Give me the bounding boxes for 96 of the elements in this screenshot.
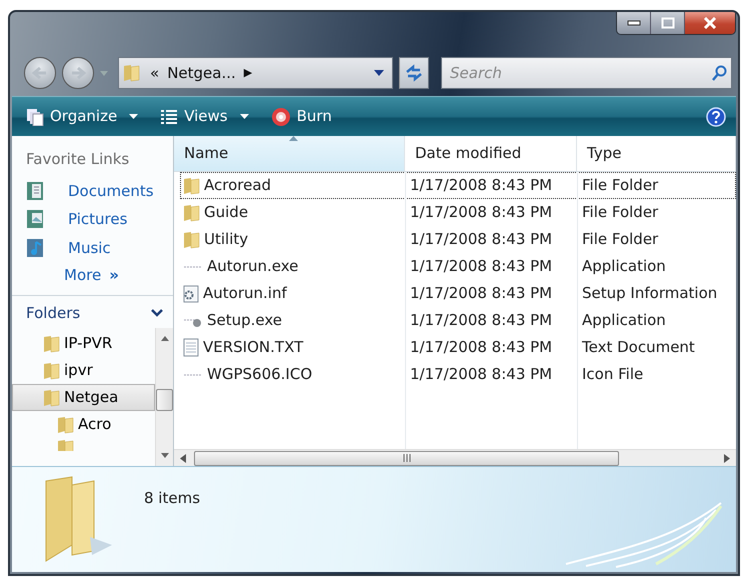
table-cell-text: Icon File: [581, 364, 644, 386]
organize-button[interactable]: Organize: [22, 103, 142, 130]
file-name: WGPS606.ICO: [207, 364, 312, 386]
folder-icon: [183, 204, 200, 222]
section-title: Folders: [26, 302, 80, 324]
refresh-button[interactable]: [399, 57, 429, 89]
minimize-icon: [626, 20, 640, 26]
folder-icon: [43, 388, 60, 406]
dropdown-icon[interactable]: [374, 70, 384, 76]
caret-icon: [240, 114, 249, 119]
address-bar[interactable]: « Netgea... ▶: [118, 57, 393, 89]
table-cell-text: 1/17/2008 8:43 PM: [409, 364, 554, 386]
grip-icon: [402, 454, 412, 462]
tree-item[interactable]: Acro: [12, 411, 155, 438]
table-cell-text: Setup Information: [581, 283, 718, 304]
documents-icon: [26, 180, 44, 201]
tree-item[interactable]: IP-PVR: [12, 330, 155, 357]
file-name: Autorun.inf: [203, 283, 287, 304]
pages-icon: [26, 108, 44, 126]
table-cell-text: Application: [581, 310, 667, 332]
item-count: 8 items: [144, 488, 200, 509]
table-cell-text: 1/17/2008 8:43 PM: [409, 202, 554, 224]
breadcrumb-arrow[interactable]: ▶: [244, 64, 252, 82]
text-file-icon: [183, 338, 199, 357]
help-icon[interactable]: [706, 106, 726, 126]
sort-arrow-icon: [289, 136, 298, 141]
favorite-link[interactable]: Music: [12, 234, 173, 262]
file-row[interactable]: VERSION.TXT 1/17/2008 8:43 PM Text Document: [180, 334, 736, 361]
scroll-thumb[interactable]: [156, 389, 173, 411]
file-row[interactable]: WGPS606.ICO 1/17/2008 8:43 PM Icon File: [180, 361, 736, 388]
breadcrumb-chevron[interactable]: «: [150, 62, 160, 84]
maximize-button[interactable]: [651, 12, 685, 34]
music-icon: [26, 238, 44, 258]
scrollbar[interactable]: [174, 449, 736, 466]
folder-icon: [123, 64, 140, 82]
scroll-left-icon[interactable]: [180, 454, 186, 462]
table-cell-text: 1/17/2008 8:43 PM: [409, 229, 554, 250]
list-view-icon: [160, 108, 178, 124]
file-name: Setup.exe: [207, 310, 282, 332]
chevron-icon[interactable]: [151, 308, 163, 317]
scroll-thumb[interactable]: [194, 450, 619, 466]
scrollbar[interactable]: [155, 328, 173, 466]
file-row[interactable]: Autorun.exe 1/17/2008 8:43 PM Application: [180, 253, 736, 280]
file-row[interactable]: Acroread 1/17/2008 8:43 PM File Folder: [180, 172, 736, 199]
folder-icon: [57, 416, 74, 434]
favorite-link[interactable]: Documents: [12, 176, 173, 205]
file-name: Utility: [204, 229, 248, 250]
folder-icon: [43, 362, 60, 380]
folder-icon: [183, 230, 200, 248]
back-arrow-icon: [32, 66, 48, 80]
burn-button[interactable]: Burn: [266, 103, 336, 130]
file-row[interactable]: Utility 1/17/2008 8:43 PM File Folder: [180, 226, 736, 253]
tree-item[interactable]: ipvr: [12, 357, 155, 384]
forward-button[interactable]: [62, 57, 94, 89]
file-row[interactable]: Autorun.inf 1/17/2008 8:43 PM Setup Information: [180, 280, 736, 307]
search-field[interactable]: Search: [441, 57, 732, 89]
table-cell-text: File Folder: [581, 229, 660, 250]
caret-icon: [129, 114, 138, 119]
disc-icon: [270, 106, 291, 126]
table-cell-text: 1/17/2008 8:43 PM: [409, 337, 554, 358]
address-path[interactable]: Netgea...: [167, 62, 236, 84]
scroll-up-icon[interactable]: [160, 336, 168, 341]
section-title: Favorite Links: [25, 149, 130, 170]
file-name: Guide: [204, 202, 248, 224]
search-icon[interactable]: [712, 65, 728, 81]
favorite-link[interactable]: Pictures: [12, 205, 173, 234]
file-row[interactable]: Guide 1/17/2008 8:43 PM File Folder: [180, 199, 736, 226]
tree-item[interactable]: Netgea: [12, 384, 155, 411]
table-cell-text: 1/17/2008 8:43 PM: [409, 310, 554, 332]
table-cell-text: Application: [581, 256, 667, 278]
file-name: Autorun.exe: [207, 256, 298, 278]
pictures-icon: [26, 209, 44, 230]
settings-file-icon: [183, 284, 199, 302]
table-cell-text: Text Document: [581, 337, 696, 358]
scroll-right-icon[interactable]: [724, 454, 730, 462]
views-button[interactable]: Views: [156, 103, 253, 130]
table-cell-text: File Folder: [581, 202, 660, 224]
file-name: VERSION.TXT: [203, 337, 304, 358]
table-cell-text: 1/17/2008 8:43 PM: [409, 283, 554, 304]
scroll-down-icon[interactable]: [160, 453, 168, 458]
maximize-icon: [660, 17, 674, 29]
more-link[interactable]: More »: [12, 262, 173, 294]
minimize-button[interactable]: [617, 12, 651, 34]
forward-arrow-icon: [70, 66, 86, 80]
table-cell-text: 1/17/2008 8:43 PM: [409, 175, 554, 196]
file-row[interactable]: Setup.exe 1/17/2008 8:43 PM Application: [180, 307, 736, 334]
close-button[interactable]: [685, 12, 735, 34]
back-button[interactable]: [24, 57, 56, 89]
table-cell-text: File Folder: [581, 175, 660, 196]
refresh-icon: [404, 64, 424, 82]
file-name: Acroread: [204, 175, 272, 196]
table-cell-text: 1/17/2008 8:43 PM: [409, 256, 554, 278]
close-icon: [703, 17, 717, 29]
folder-icon: [183, 176, 200, 194]
folder-icon: [43, 334, 60, 352]
column-header[interactable]: Name: [174, 136, 405, 171]
